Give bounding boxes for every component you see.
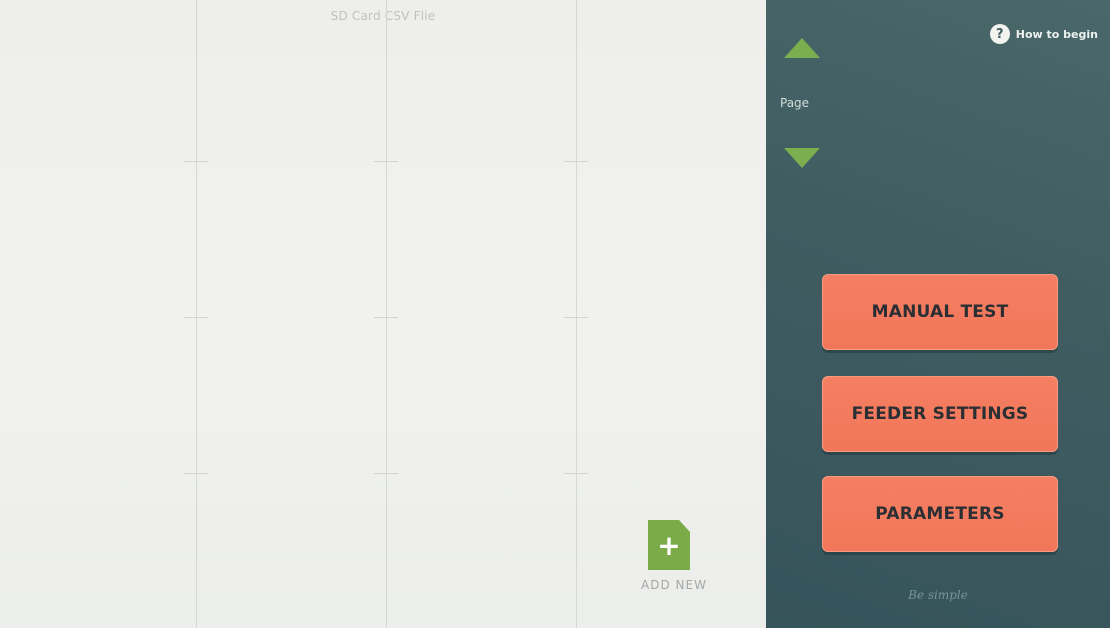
add-new-button[interactable]: + ADD NEW <box>634 520 714 592</box>
touchscreen: SD Card CSV Flie + ADD NEW Page ? How to… <box>0 0 1110 628</box>
be-simple-tagline: Be simple <box>908 588 968 602</box>
control-panel: Page ? How to begin MANUAL TEST FEEDER S… <box>766 0 1110 628</box>
page-up-button[interactable] <box>784 38 820 58</box>
feeder-settings-button[interactable]: FEEDER SETTINGS <box>822 376 1058 452</box>
page-label: Page <box>780 96 810 110</box>
grid-row-tick <box>374 473 398 474</box>
page-down-button[interactable] <box>784 148 820 168</box>
grid-row-tick <box>564 473 588 474</box>
add-new-label: ADD NEW <box>641 578 707 592</box>
grid-column-divider <box>386 0 387 628</box>
plus-glyph: + <box>657 528 681 562</box>
grid-row-tick <box>184 161 208 162</box>
question-circle-icon: ? <box>989 24 1010 44</box>
grid-row-tick <box>564 317 588 318</box>
grid-column-divider <box>576 0 577 628</box>
help-glyph: ? <box>996 26 1004 42</box>
file-grid-panel: SD Card CSV Flie + ADD NEW <box>0 0 766 628</box>
grid-row-tick <box>374 317 398 318</box>
grid-row-tick <box>564 161 588 162</box>
parameters-button[interactable]: PARAMETERS <box>822 476 1058 552</box>
manual-test-button[interactable]: MANUAL TEST <box>822 274 1058 350</box>
grid-row-tick <box>374 161 398 162</box>
file-plus-icon: + <box>648 520 690 570</box>
grid-column-divider <box>196 0 197 628</box>
how-to-begin-label: How to begin <box>1015 27 1098 41</box>
how-to-begin-button[interactable]: ? How to begin <box>989 24 1098 44</box>
sd-card-csv-file-label: SD Card CSV Flie <box>330 9 436 23</box>
grid-row-tick <box>184 473 208 474</box>
grid-row-tick <box>184 317 208 318</box>
